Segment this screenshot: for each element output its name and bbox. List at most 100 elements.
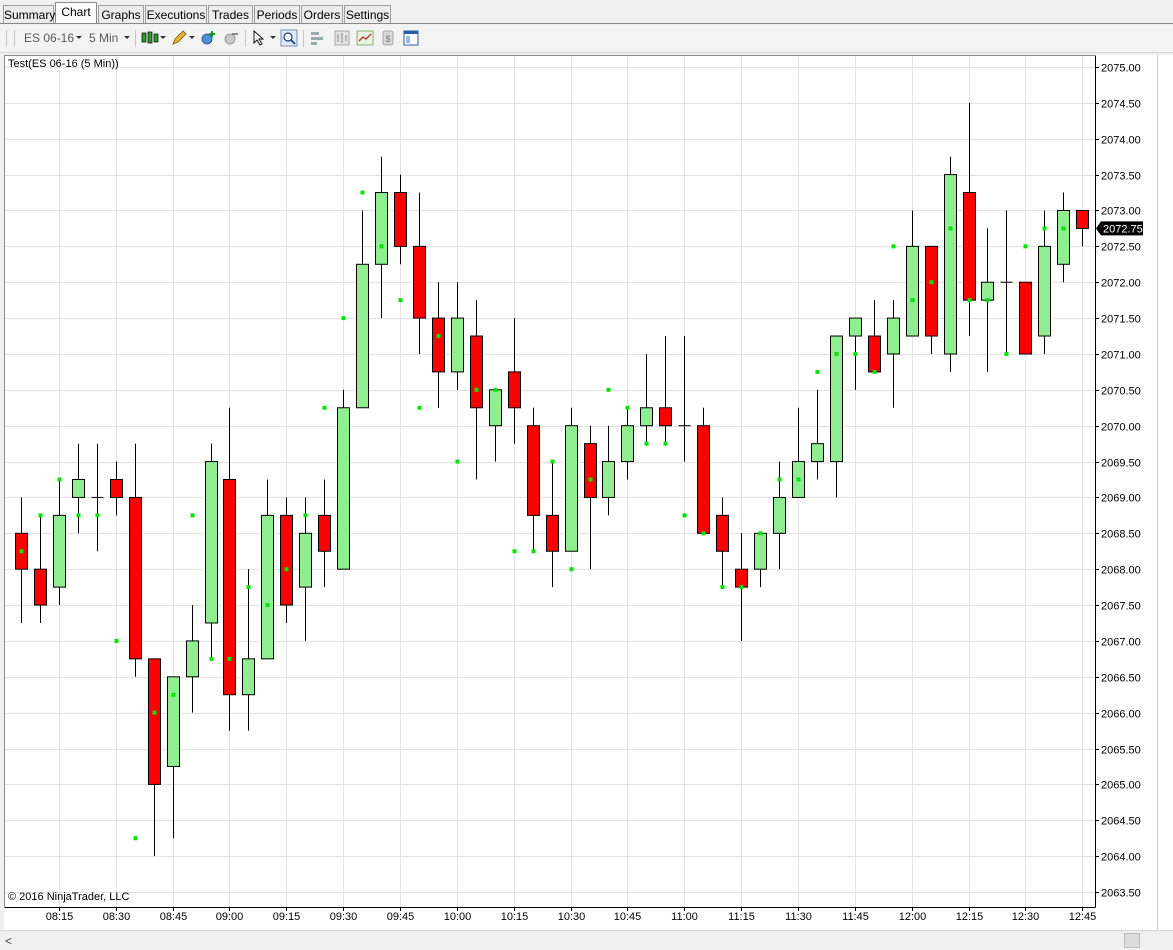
- x-tick-label: 12:15: [956, 911, 984, 923]
- candle-body-up: [811, 443, 824, 463]
- candle-body-up: [186, 640, 199, 678]
- candle-body-up: [906, 245, 919, 337]
- candle-body-down: [223, 479, 236, 696]
- indicator-marker: [758, 531, 763, 536]
- candle-body-down: [546, 514, 559, 552]
- indicator-marker: [303, 513, 308, 518]
- candle-body-up: [375, 192, 388, 265]
- candle-body-up: [167, 676, 180, 767]
- x-tick-label: 09:15: [273, 911, 301, 923]
- candle: [356, 190, 369, 409]
- indicator-marker: [322, 405, 327, 410]
- candle: [15, 497, 28, 623]
- candle: [735, 533, 748, 641]
- candle-body-down: [584, 443, 597, 498]
- candle-body-up: [489, 389, 502, 427]
- x-tick-label: 09:45: [387, 911, 415, 923]
- indicator-marker: [265, 603, 270, 608]
- candle-body-down: [508, 371, 521, 409]
- candle-body-down: [34, 568, 47, 606]
- candle-body-up: [451, 317, 464, 373]
- indicator-marker: [588, 477, 593, 482]
- y-tick-label: 2070.00: [1101, 422, 1141, 434]
- candle-body-down: [470, 335, 483, 409]
- candle-body-down: [697, 425, 710, 534]
- candle: [223, 407, 236, 731]
- candle: [432, 282, 445, 408]
- indicator-marker: [569, 567, 574, 572]
- candle-body-down: [1076, 209, 1089, 229]
- candle: [280, 497, 293, 623]
- candle-body-down: [735, 568, 748, 588]
- indicator-marker: [948, 226, 953, 231]
- candle: [242, 569, 255, 731]
- indicator-marker: [38, 513, 43, 518]
- indicator-marker: [910, 298, 915, 303]
- x-tick-label: 11:00: [671, 911, 698, 923]
- candlestick-chart[interactable]: 2063.50 2064.00 2064.50 2065.00 2065.50 2066.…: [0, 0, 1173, 949]
- indicator-marker: [720, 585, 725, 590]
- indicator-marker: [398, 298, 403, 303]
- indicator-marker: [474, 387, 479, 392]
- x-tick-label: 12:45: [1069, 911, 1097, 923]
- y-tick-label: 2063.50: [1101, 888, 1141, 900]
- candle-body-down: [963, 192, 976, 301]
- x-tick-label: 08:45: [160, 911, 188, 923]
- candle: [546, 459, 559, 588]
- candle-body-down: [716, 514, 729, 552]
- y-tick-label: 2069.50: [1101, 458, 1141, 470]
- candle-body-up: [1057, 209, 1070, 265]
- y-tick-label: 2066.00: [1101, 709, 1141, 721]
- x-tick-label: 10:00: [444, 911, 472, 923]
- candle: [621, 405, 634, 480]
- candle-body-up: [261, 514, 274, 660]
- last-price-label: 2072.75: [1103, 223, 1143, 235]
- candle: [34, 513, 47, 623]
- candle: [167, 676, 180, 839]
- candle: [906, 210, 919, 337]
- scroll-left-icon[interactable]: <: [5, 934, 12, 948]
- indicator-marker: [531, 549, 536, 554]
- scroll-thumb[interactable]: [1124, 933, 1140, 948]
- indicator-marker: [853, 351, 858, 356]
- candle-body-up: [849, 317, 862, 337]
- candle-body-up: [981, 281, 994, 301]
- candle-body-up: [621, 425, 634, 463]
- indicator-marker: [171, 692, 176, 697]
- indicator-marker: [550, 459, 555, 464]
- y-tick-label: 2065.50: [1101, 745, 1141, 757]
- indicator-marker: [985, 298, 990, 303]
- candle-body-down: [413, 245, 426, 319]
- indicator-marker: [190, 513, 195, 518]
- candle: [602, 387, 615, 516]
- candle-body-down: [129, 496, 142, 660]
- copyright-text: © 2016 NinjaTrader, LLC: [8, 891, 130, 903]
- candle-body-up: [242, 658, 255, 696]
- candle: [944, 156, 957, 372]
- candle-body-down: [527, 425, 540, 516]
- indicator-marker: [455, 459, 460, 464]
- candle: [925, 245, 938, 354]
- grid-lines: [5, 56, 1095, 907]
- candle-body-down: [659, 407, 672, 427]
- indicator-marker: [1042, 226, 1047, 231]
- candle: [811, 369, 824, 480]
- indicator-marker: [246, 585, 251, 590]
- candle-body-down: [148, 658, 161, 785]
- y-tick-label: 2067.50: [1101, 601, 1141, 613]
- indicator-marker: [606, 387, 611, 392]
- y-tick-label: 2072.50: [1101, 242, 1141, 254]
- candle: [261, 479, 274, 660]
- indicator-marker: [1004, 351, 1009, 356]
- indicator-marker: [227, 656, 232, 661]
- candle-body-up: [944, 174, 957, 355]
- candle: [129, 443, 142, 841]
- candle: [375, 156, 388, 319]
- candle: [830, 335, 843, 498]
- candle: [1000, 210, 1013, 356]
- indicator-marker: [701, 531, 706, 536]
- candle-body-up: [565, 425, 578, 552]
- y-tick-label: 2074.50: [1101, 99, 1141, 111]
- candle: [792, 407, 805, 498]
- horizontal-scrollbar[interactable]: <: [0, 930, 1173, 950]
